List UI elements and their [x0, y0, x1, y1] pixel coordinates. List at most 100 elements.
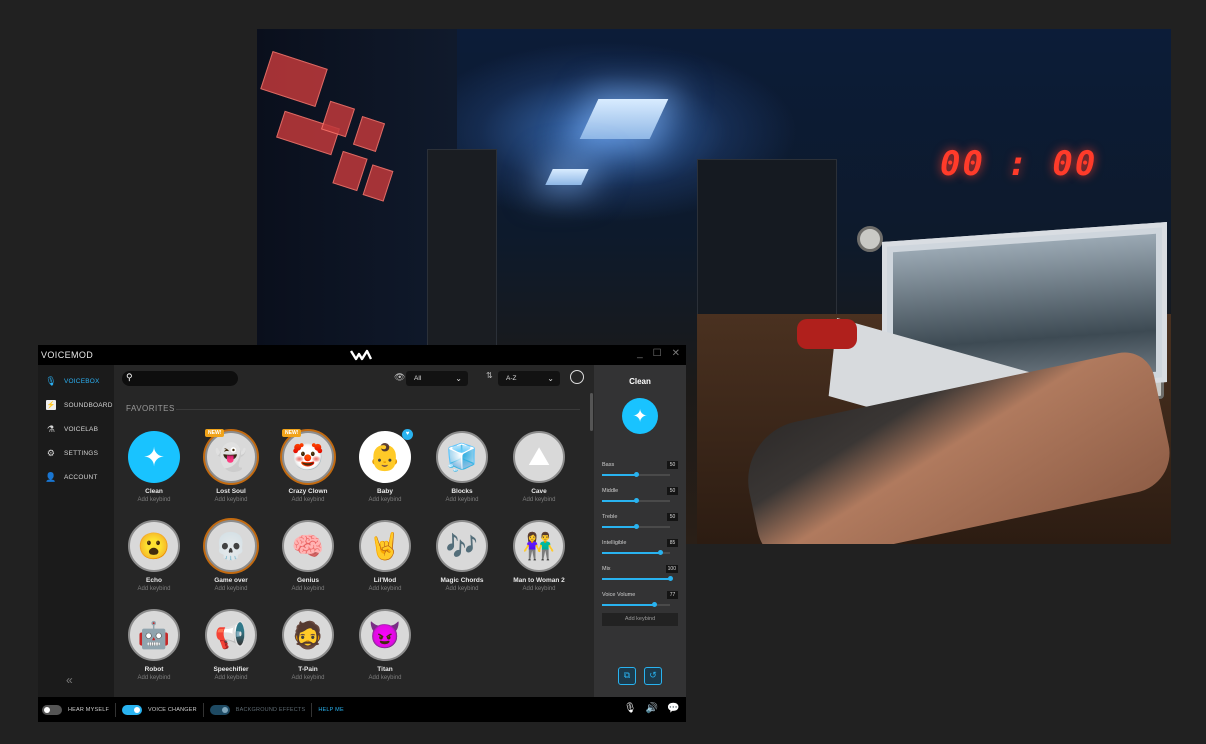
slider-intelligible[interactable]: Intelligible 85 [602, 539, 678, 562]
collapse-sidebar-button[interactable]: « [66, 673, 73, 687]
add-keybind-button[interactable]: Add keybind [602, 613, 678, 626]
add-keybind-link[interactable]: Add keybind [273, 675, 343, 681]
add-keybind-link[interactable]: Add keybind [427, 497, 497, 503]
background-effects-toggle[interactable] [209, 704, 230, 715]
slider-treble[interactable]: Treble 50 [602, 513, 678, 536]
voice-card[interactable]: 🤘 Lil'Mod Add keybind [350, 520, 420, 592]
voice-card[interactable]: 🧠 Genius Add keybind [273, 520, 343, 592]
add-keybind-link[interactable]: Add keybind [350, 675, 420, 681]
add-keybind-link[interactable]: Add keybind [196, 497, 266, 503]
add-keybind-link[interactable]: Add keybind [196, 675, 266, 681]
voice-card[interactable]: 📢 Speechifier Add keybind [196, 609, 266, 681]
slider-track[interactable] [602, 472, 670, 477]
maximize-button[interactable]: ☐ [653, 348, 662, 359]
door-frame [427, 149, 497, 359]
sidebar-item-settings[interactable]: ⚙ SETTINGS [38, 441, 114, 465]
copy-icon[interactable]: ⧉ [618, 667, 636, 685]
add-keybind-link[interactable]: Add keybind [273, 586, 343, 592]
add-keybind-link[interactable]: Add keybind [504, 497, 574, 503]
slider-value[interactable]: 85 [667, 539, 678, 547]
voice-card[interactable]: ⛰ Cave Add keybind [504, 431, 574, 503]
add-keybind-link[interactable]: Add keybind [427, 586, 497, 592]
add-keybind-link[interactable]: Add keybind [350, 586, 420, 592]
slider-value[interactable]: 50 [667, 513, 678, 521]
voice-avatar-icon: 💀 [205, 520, 257, 572]
globe-icon[interactable] [570, 370, 584, 384]
slider-bass[interactable]: Bass 50 [602, 461, 678, 484]
slider-label: Mix [602, 566, 611, 572]
voice-card[interactable]: 🤖 Robot Add keybind [119, 609, 189, 681]
close-button[interactable]: ✕ [672, 348, 680, 359]
slider-fill [602, 474, 636, 476]
background-effects-label: BACKGROUND EFFECTS [235, 706, 306, 713]
voice-name: Clean [145, 488, 163, 495]
slider-handle[interactable] [657, 550, 663, 555]
search-input[interactable]: ⚲ [122, 371, 238, 386]
voice-card[interactable]: 😮 Echo Add keybind [119, 520, 189, 592]
scrollbar[interactable] [590, 393, 593, 431]
help-link[interactable]: HELP ME [318, 707, 343, 713]
add-keybind-link[interactable]: Add keybind [119, 675, 189, 681]
voice-card[interactable]: 👻 NEW! Lost Soul Add keybind [196, 429, 266, 503]
hear-myself-label: HEAR MYSELF [68, 706, 110, 713]
voice-card[interactable]: 🤡 NEW! Crazy Clown Add keybind [273, 429, 343, 503]
slider-track[interactable] [602, 602, 670, 607]
voice-glyph: ⛰ [528, 441, 550, 471]
voice-glyph: 🤖 [137, 619, 171, 650]
reset-icon[interactable]: ↺ [644, 667, 662, 685]
speaker-icon[interactable]: 🔊 [646, 703, 659, 714]
voicemod-logo-icon [350, 349, 372, 361]
slider-handle[interactable] [634, 524, 639, 529]
slider-fill [602, 526, 636, 528]
minimize-button[interactable]: _ [637, 348, 643, 359]
sort-value: A-Z [506, 375, 517, 382]
voice-card[interactable]: 🎶 Magic Chords Add keybind [427, 520, 497, 592]
slider-handle[interactable] [668, 576, 673, 581]
chat-icon[interactable]: 💬 [667, 703, 680, 714]
voice-changer-toggle[interactable] [122, 704, 143, 715]
slider-value[interactable]: 100 [665, 565, 678, 573]
selected-voice-title: Clean [629, 377, 651, 386]
slider-value[interactable]: 50 [667, 461, 678, 469]
hear-myself-toggle[interactable] [42, 704, 62, 715]
voice-card[interactable]: ✦ Clean Add keybind [119, 431, 189, 503]
equipment-shelf [697, 159, 837, 319]
slider-handle[interactable] [652, 602, 658, 607]
sidebar-item-soundboard[interactable]: ⚡ SOUNDBOARD [38, 393, 114, 417]
heart-icon[interactable]: ♥ [402, 429, 413, 440]
slider-track[interactable] [602, 576, 673, 581]
add-keybind-link[interactable]: Add keybind [350, 497, 420, 503]
voice-card[interactable]: 👶 ♥ Baby Add keybind [350, 429, 420, 503]
voice-card[interactable]: 👫 Man to Woman 2 Add keybind [504, 520, 574, 592]
voice-name: Titan [377, 666, 393, 673]
sidebar-item-voicelab[interactable]: ⚗ VOICELAB [38, 417, 114, 441]
slider-handle[interactable] [634, 472, 639, 477]
filter-value: All [414, 375, 422, 382]
sort-select[interactable]: A-Z ⌄ [498, 371, 560, 386]
slider-handle[interactable] [634, 498, 639, 503]
sidebar-item-voicebox[interactable]: 🎙 VOICEBOX [38, 369, 114, 393]
slider-track[interactable] [602, 550, 670, 555]
sidebar-item-account[interactable]: 👤 ACCOUNT [38, 465, 114, 489]
add-keybind-link[interactable]: Add keybind [119, 586, 189, 592]
slider-voice-volume[interactable]: Voice Volume 77 [602, 591, 678, 614]
voice-card[interactable]: 😈 Titan Add keybind [350, 609, 420, 681]
mic-icon[interactable]: 🎙 [624, 703, 637, 714]
voice-changer-label: VOICE CHANGER [148, 706, 197, 713]
add-keybind-link[interactable]: Add keybind [504, 586, 574, 592]
slider-value[interactable]: 50 [667, 487, 678, 495]
add-keybind-link[interactable]: Add keybind [273, 497, 343, 503]
add-keybind-link[interactable]: Add keybind [196, 586, 266, 592]
voice-card[interactable]: 🧊 Blocks Add keybind [427, 431, 497, 503]
slider-middle[interactable]: Middle 50 [602, 487, 678, 510]
slider-track[interactable] [602, 524, 670, 529]
voice-card[interactable]: 🧔 T-Pain Add keybind [273, 609, 343, 681]
slider-value[interactable]: 77 [667, 591, 678, 599]
slider-track[interactable] [602, 498, 670, 503]
filter-select[interactable]: All ⌄ [406, 371, 468, 386]
sidebar-item-label: SETTINGS [64, 449, 99, 457]
footer-bar: HEAR MYSELF VOICE CHANGER BACKGROUND EFF… [38, 697, 686, 722]
slider-mix[interactable]: Mix 100 [602, 565, 678, 588]
voice-card[interactable]: 💀 Game over Add keybind [196, 520, 266, 592]
add-keybind-link[interactable]: Add keybind [119, 497, 189, 503]
